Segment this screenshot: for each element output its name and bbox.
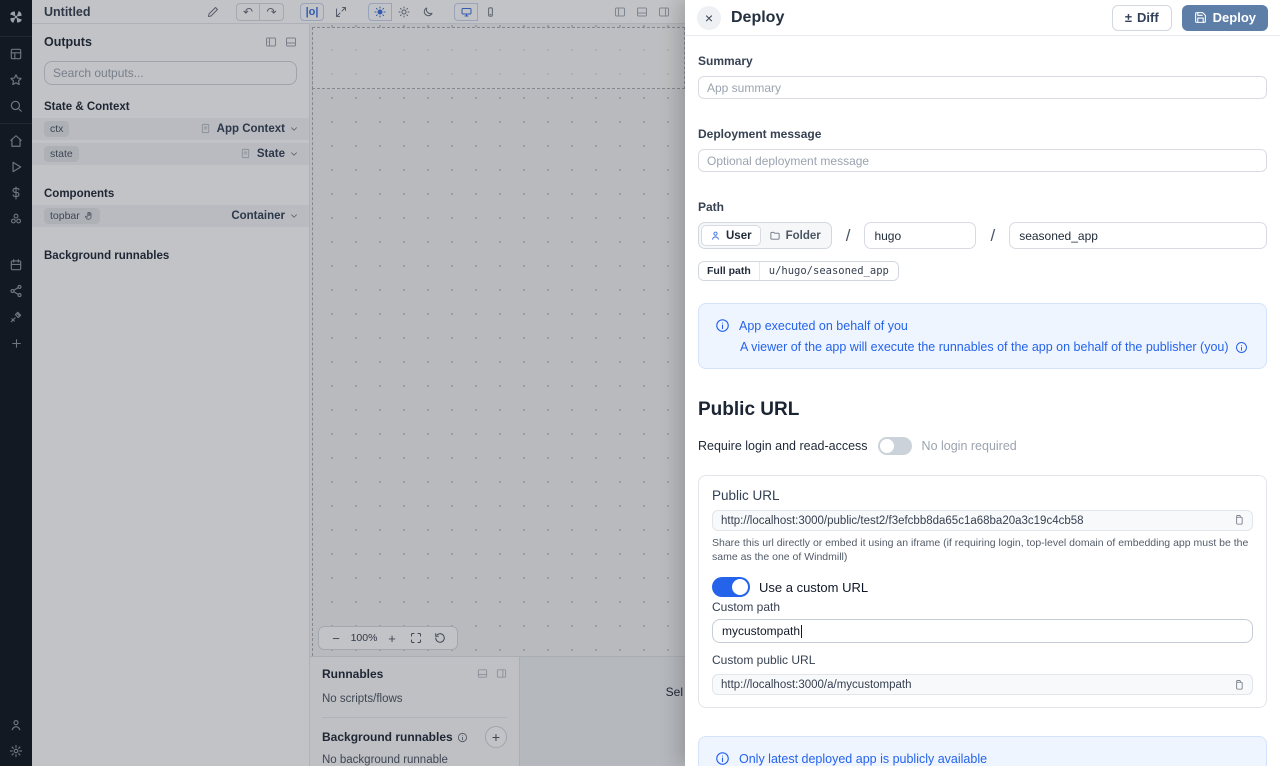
custom-path-label: Custom path: [712, 600, 1253, 614]
deploy-button[interactable]: Deploy: [1182, 5, 1268, 31]
public-url-value: http://localhost:3000/public/test2/f3efc…: [721, 515, 1233, 527]
deployment-message-label: Deployment message: [698, 127, 1267, 141]
full-path-value: u/hugo/seasoned_app: [759, 262, 898, 280]
folder-icon: [769, 230, 781, 241]
public-url-field[interactable]: http://localhost:3000/public/test2/f3efc…: [712, 510, 1253, 531]
clipboard-icon: [1233, 679, 1244, 691]
custom-url-value: http://localhost:3000/a/mycustompath: [721, 679, 1233, 691]
copy-custom-url-button[interactable]: [1233, 676, 1244, 694]
custom-url-field[interactable]: http://localhost:3000/a/mycustompath: [712, 674, 1253, 695]
require-login-toggle[interactable]: [878, 437, 912, 455]
path-owner-input[interactable]: [864, 222, 976, 249]
summary-label: Summary: [698, 54, 1267, 68]
drawer-header: × Deploy ± Diff Deploy: [685, 0, 1280, 36]
custom-path-input[interactable]: mycustompath: [712, 619, 1253, 643]
full-path-pill: Full path u/hugo/seasoned_app: [698, 261, 899, 281]
path-label: Path: [698, 200, 1267, 214]
require-login-label: Require login and read-access: [698, 439, 868, 453]
summary-input[interactable]: [698, 76, 1267, 99]
info-icon: [715, 751, 730, 766]
owner-kind-folder[interactable]: Folder: [761, 225, 829, 246]
user-icon: [710, 230, 721, 241]
save-icon: [1194, 11, 1207, 24]
drawer-title: Deploy: [731, 9, 1112, 27]
execution-notice: App executed on behalf of you A viewer o…: [698, 303, 1267, 369]
share-hint: Share this url directly or embed it usin…: [712, 536, 1253, 564]
custom-url-toggle[interactable]: [712, 577, 750, 597]
deploy-notice-title: Only latest deployed app is publicly ava…: [739, 752, 987, 766]
public-url-heading: Public URL: [698, 399, 1267, 421]
clipboard-icon: [1233, 514, 1244, 526]
deployment-message-input[interactable]: [698, 149, 1267, 172]
path-separator: /: [976, 226, 1009, 246]
copy-url-button[interactable]: [1233, 512, 1244, 530]
owner-kind-user[interactable]: User: [701, 225, 761, 246]
info-icon: [1235, 341, 1248, 354]
close-icon: ×: [705, 10, 713, 26]
path-separator: /: [832, 226, 865, 246]
owner-kind-segmented-control: User Folder: [698, 222, 832, 249]
diff-button[interactable]: ± Diff: [1112, 5, 1172, 31]
info-icon: [715, 318, 730, 333]
custom-url-label: Custom public URL: [712, 653, 1253, 667]
login-state-label: No login required: [922, 439, 1017, 453]
full-path-label: Full path: [699, 262, 759, 280]
deploy-drawer: × Deploy ± Diff Deploy Summary Deploymen…: [685, 0, 1280, 766]
execution-notice-body: A viewer of the app will execute the run…: [740, 340, 1229, 354]
custom-path-value: mycustompath: [722, 624, 800, 638]
public-url-card: Public URL http://localhost:3000/public/…: [698, 475, 1267, 708]
plus-minus-icon: ±: [1125, 10, 1132, 25]
close-drawer-button[interactable]: ×: [697, 6, 721, 30]
custom-url-toggle-label: Use a custom URL: [759, 580, 868, 595]
text-caret: [801, 625, 802, 638]
deploy-notice: Only latest deployed app is publicly ava…: [698, 736, 1267, 766]
public-url-card-label: Public URL: [712, 488, 1253, 503]
path-name-input[interactable]: [1009, 222, 1267, 249]
execution-notice-title: App executed on behalf of you: [739, 319, 908, 333]
drawer-backdrop[interactable]: [0, 0, 685, 766]
